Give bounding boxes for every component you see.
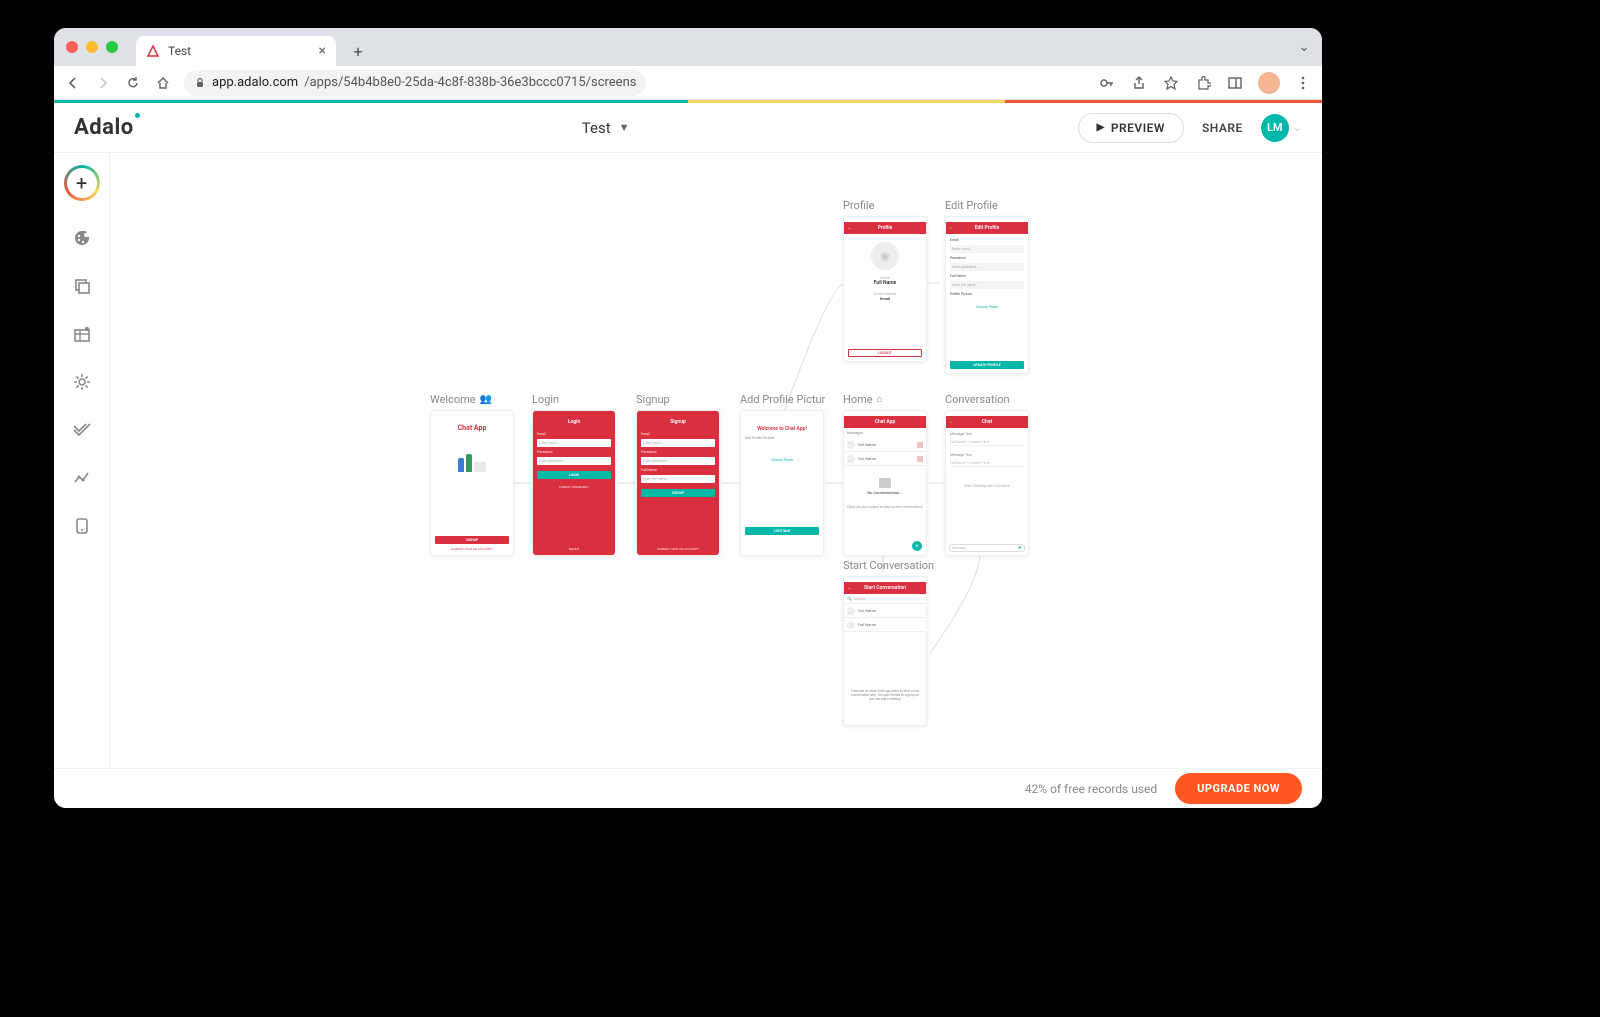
screen-home[interactable]: Home ⌂ Chat App Messages Full Name Full … (843, 393, 927, 556)
logout-button: LOGOUT (848, 349, 922, 357)
bookmark-star-icon[interactable] (1162, 74, 1180, 92)
key-icon[interactable] (1098, 74, 1116, 92)
extensions-icon[interactable] (1194, 74, 1212, 92)
back-arrow-icon: ← (949, 225, 954, 231)
lock-icon (194, 77, 206, 89)
records-usage-text: 42% of free records used (1025, 782, 1157, 796)
palette-icon[interactable] (71, 227, 93, 249)
checkmarks-icon[interactable] (71, 419, 93, 441)
screen-conversation[interactable]: Conversation ←Chat Message Text Full Nam… (945, 393, 1029, 556)
analytics-icon[interactable] (71, 467, 93, 489)
project-selector[interactable]: Test ▼ (134, 119, 1078, 137)
preview-button[interactable]: ▶ PREVIEW (1078, 113, 1184, 143)
screen-label: Edit Profile (945, 199, 1029, 212)
screen-profile[interactable]: Profile ←Profile ◉ Name Full Name Email … (843, 199, 927, 362)
chat-empty-icon (879, 478, 891, 488)
preview-label: PREVIEW (1111, 121, 1165, 135)
new-tab-button[interactable]: + (346, 39, 370, 63)
screen-start-conversation[interactable]: Start Conversation ←Start Conversation 🔍… (843, 559, 934, 726)
send-icon: ➤ (1018, 545, 1022, 551)
people-icon: 👥 (480, 394, 492, 405)
nav-home-icon[interactable] (154, 74, 172, 92)
upgrade-button[interactable]: UPGRADE NOW (1175, 773, 1302, 804)
project-name: Test (582, 119, 611, 137)
share-icon[interactable] (1130, 74, 1148, 92)
database-icon[interactable] (71, 323, 93, 345)
sidepanel-icon[interactable] (1226, 74, 1244, 92)
user-menu-chevron-icon[interactable]: ⌄ (1293, 121, 1302, 134)
search-icon: 🔍 (847, 596, 852, 601)
window-maximize[interactable] (106, 41, 118, 53)
chevron-down-icon: ▼ (619, 121, 630, 134)
settings-icon[interactable] (71, 371, 93, 393)
fab-add-button: + (912, 541, 922, 551)
screen-edit-profile[interactable]: Edit Profile ←Edit Profile Email Enter e… (945, 199, 1029, 374)
home-icon: ⌂ (877, 394, 883, 405)
nav-back-icon[interactable] (64, 74, 82, 92)
window-minimize[interactable] (86, 41, 98, 53)
share-button[interactable]: SHARE (1202, 121, 1243, 135)
tablist-dropdown-icon[interactable]: ⌄ (1298, 39, 1310, 55)
chat-icon (917, 442, 923, 448)
avatar-placeholder-icon: ◉ (871, 242, 899, 270)
screen-add-profile-picture[interactable]: Add Profile Pictur Welcome to Chat App! … (740, 393, 825, 556)
close-tab-icon[interactable]: × (319, 43, 326, 59)
welcome-illustration (435, 436, 509, 472)
favicon-icon (146, 44, 160, 58)
chrome-menu-icon[interactable] (1294, 74, 1312, 92)
screen-signup[interactable]: Signup Signup Email Enter email... Passw… (636, 393, 720, 556)
window-close[interactable] (66, 41, 78, 53)
browser-tab[interactable]: Test × (136, 36, 336, 66)
play-icon: ▶ (1097, 122, 1105, 133)
tab-title: Test (168, 44, 191, 58)
chat-icon (917, 456, 923, 462)
back-arrow-icon: ← (847, 585, 852, 591)
screens-icon[interactable] (71, 275, 93, 297)
publish-icon[interactable] (71, 515, 93, 537)
back-arrow-icon: ← (949, 419, 954, 425)
url-host: app.adalo.com (212, 75, 298, 90)
back-arrow-icon: ← (847, 225, 852, 231)
add-button[interactable]: + (64, 165, 100, 201)
canvas[interactable]: Profile ←Profile ◉ Name Full Name Email … (110, 153, 1322, 808)
nav-forward-icon (94, 74, 112, 92)
nav-reload-icon[interactable] (124, 74, 142, 92)
screen-login[interactable]: Login Login Email Enter email... Passwor… (532, 393, 616, 556)
screen-label: Profile (843, 199, 927, 212)
brand-logo[interactable]: Adalo (74, 115, 134, 140)
url-path: /apps/54b4b8e0-25da-4c8f-838b-36e3bccc07… (304, 75, 636, 90)
user-avatar[interactable]: LM (1261, 114, 1289, 142)
chrome-profile-avatar[interactable] (1258, 72, 1280, 94)
address-bar[interactable]: app.adalo.com/apps/54b4b8e0-25da-4c8f-83… (184, 70, 646, 96)
screen-welcome[interactable]: Welcome 👥 Chat App SIGNUP ALREADY HAVE A… (430, 393, 514, 556)
